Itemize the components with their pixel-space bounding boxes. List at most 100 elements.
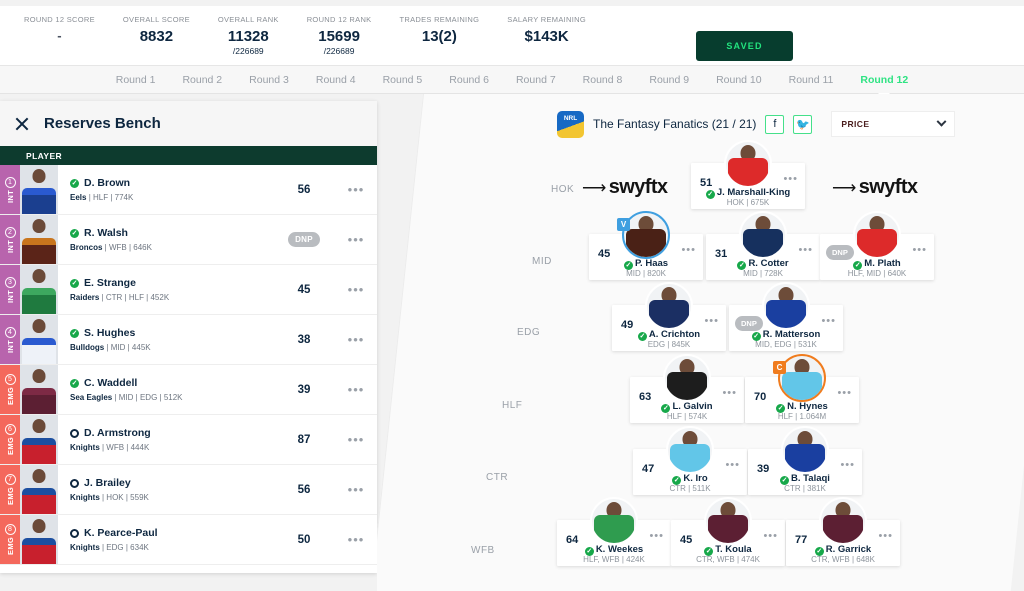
- card-player-meta: CTR | 511K: [669, 484, 711, 493]
- position-label-ctr: CTR: [486, 472, 509, 483]
- saved-button[interactable]: SAVED: [696, 31, 793, 61]
- round-tab[interactable]: Round 6: [449, 74, 489, 86]
- round-tab[interactable]: Round 2: [182, 74, 222, 86]
- player-card[interactable]: 45 ••• ✓ T. Koula CTR, WFB | 474K: [671, 497, 785, 566]
- player-column-header: PLAYER: [0, 146, 377, 165]
- close-icon[interactable]: [14, 116, 30, 132]
- player-score: 87: [297, 433, 311, 446]
- player-card[interactable]: 77 ••• ✓ R. Garrick CTR, WFB | 648K: [786, 497, 900, 566]
- player-menu-icon[interactable]: •••: [783, 173, 798, 185]
- player-menu-icon[interactable]: •••: [725, 459, 740, 471]
- card-player-name-text: M. Plath: [864, 258, 901, 269]
- card-player-meta: HOK | 675K: [726, 198, 770, 207]
- card-player-name-text: L. Galvin: [672, 401, 713, 412]
- fantasy-team-page: ROUND 12 SCORE - OVERALL SCORE 8832 OVERALL …: [0, 0, 1024, 591]
- player-jersey-icon: [728, 158, 768, 186]
- player-menu-icon[interactable]: •••: [335, 515, 377, 564]
- card-player-name-text: T. Koula: [715, 544, 752, 555]
- player-card[interactable]: 31 ••• ✓ R. Cotter MID | 728K: [706, 211, 820, 280]
- round-tab[interactable]: Round 7: [516, 74, 556, 86]
- stat-value: 11328: [227, 28, 269, 46]
- player-jersey-icon: [766, 300, 806, 328]
- player-menu-icon[interactable]: •••: [649, 530, 664, 542]
- player-jersey-icon: [667, 372, 707, 400]
- round-tab[interactable]: Round 11: [789, 74, 834, 86]
- player-card[interactable]: DNP ••• ✓ R. Matterson MID, EDG | 531K: [729, 282, 843, 351]
- player-card[interactable]: 70 ••• C ✓ N. Hynes HLF | 1.064M: [745, 354, 859, 423]
- slot-number: 8: [4, 524, 16, 535]
- position-label-wfb: WFB: [471, 545, 495, 556]
- player-menu-icon[interactable]: •••: [878, 530, 893, 542]
- player-menu-icon[interactable]: •••: [335, 315, 377, 364]
- player-menu-icon[interactable]: •••: [704, 315, 719, 327]
- player-meta: Sea Eagles | MID | EDG | 512K: [70, 393, 183, 402]
- card-player-name-text: K. Iro: [683, 473, 708, 484]
- player-jersey-icon: [22, 238, 56, 264]
- player-menu-icon[interactable]: •••: [722, 387, 737, 399]
- player-avatar: [20, 365, 58, 414]
- position-label-edg: EDG: [517, 327, 541, 338]
- player-menu-icon[interactable]: •••: [912, 244, 927, 256]
- player-avatar: [739, 211, 787, 259]
- round-tab[interactable]: Round 3: [249, 74, 289, 86]
- player-name-text: K. Pearce-Paul: [84, 527, 158, 539]
- player-menu-icon[interactable]: •••: [335, 465, 377, 514]
- player-jersey-icon: [22, 338, 56, 364]
- card-player-meta: HLF | 574K: [666, 412, 708, 421]
- round-tab[interactable]: Round 4: [316, 74, 356, 86]
- player-menu-icon[interactable]: •••: [837, 387, 852, 399]
- player-avatar: [781, 426, 829, 474]
- player-card[interactable]: DNP ••• ✓ M. Plath HLF, MID | 640K: [820, 211, 934, 280]
- player-menu-icon[interactable]: •••: [335, 265, 377, 314]
- player-menu-icon[interactable]: •••: [335, 165, 377, 214]
- player-menu-icon[interactable]: •••: [840, 459, 855, 471]
- slot-type: EMG: [5, 537, 15, 555]
- table-row[interactable]: 8 EMG K. Pearce-Paul Knights | EDG | 634K 50…: [0, 515, 377, 565]
- player-card[interactable]: 49 ••• ✓ A. Crichton EDG | 845K: [612, 282, 726, 351]
- player-meta: Bulldogs | MID | 445K: [70, 343, 151, 352]
- table-row[interactable]: 5 EMG ✓ C. Waddell Sea Eagles | MID | EDG | …: [0, 365, 377, 415]
- position-slot-badge: 7 EMG: [0, 465, 20, 514]
- player-menu-icon[interactable]: •••: [798, 244, 813, 256]
- twitter-icon[interactable]: 🐦: [793, 114, 813, 134]
- player-menu-icon[interactable]: •••: [821, 315, 836, 327]
- player-menu-icon[interactable]: •••: [335, 365, 377, 414]
- position-slot-badge: 5 EMG: [0, 365, 20, 414]
- round-tab[interactable]: Round 8: [583, 74, 623, 86]
- player-card[interactable]: 51 ••• ✓ J. Marshall-King HOK | 675K: [691, 140, 805, 209]
- player-card[interactable]: 45 ••• V ✓ P. Haas MID | 820K: [589, 211, 703, 280]
- round-tab[interactable]: Round 1: [116, 74, 156, 86]
- player-menu-icon[interactable]: •••: [763, 530, 778, 542]
- facebook-icon[interactable]: f: [765, 114, 785, 134]
- player-meta: Raiders | CTR | HLF | 452K: [70, 293, 170, 302]
- table-row[interactable]: 7 EMG J. Brailey Knights | HOK | 559K 56 •••: [0, 465, 377, 515]
- player-card[interactable]: 47 ••• ✓ K. Iro CTR | 511K: [633, 426, 747, 495]
- status-ring-icon: [70, 478, 79, 488]
- table-row[interactable]: 3 INT ✓ E. Strange Raiders | CTR | HLF | 452…: [0, 265, 377, 315]
- player-card[interactable]: 39 ••• ✓ B. Talaqi CTR | 381K: [748, 426, 862, 495]
- slot-type: INT: [5, 239, 15, 253]
- round-tab[interactable]: Round 9: [649, 74, 689, 86]
- card-player-meta: HLF, MID | 640K: [847, 269, 907, 278]
- table-row[interactable]: 6 EMG D. Armstrong Knights | WFB | 444K 87 ••…: [0, 415, 377, 465]
- player-head-icon: [32, 469, 46, 483]
- player-card[interactable]: 63 ••• ✓ L. Galvin HLF | 574K: [630, 354, 744, 423]
- table-row[interactable]: 1 INT ✓ D. Brown Eels | HLF | 774K 56 •••: [0, 165, 377, 215]
- round-tab[interactable]: Round 10: [716, 74, 762, 86]
- price-dropdown[interactable]: PRICE: [831, 111, 956, 137]
- player-head-icon: [32, 219, 46, 233]
- round-tab[interactable]: Round 5: [383, 74, 423, 86]
- player-jersey-icon: [22, 488, 56, 514]
- stat-item: SALARY REMAINING $143K: [493, 15, 600, 45]
- round-tab[interactable]: Round 12: [860, 74, 908, 86]
- player-info: ✓ D. Brown Eels | HLF | 774K: [58, 165, 273, 214]
- stat-label: OVERALL SCORE: [122, 15, 190, 25]
- player-menu-icon[interactable]: •••: [335, 415, 377, 464]
- table-row[interactable]: 4 INT ✓ S. Hughes Bulldogs | MID | 445K 38 •••: [0, 315, 377, 365]
- player-jersey-icon: [22, 188, 56, 214]
- player-menu-icon[interactable]: •••: [681, 244, 696, 256]
- table-row[interactable]: 2 INT ✓ R. Walsh Broncos | WFB | 646K DNP •••: [0, 215, 377, 265]
- player-avatar: [20, 515, 58, 564]
- player-card[interactable]: 64 ••• ✓ K. Weekes HLF, WFB | 424K: [557, 497, 671, 566]
- player-menu-icon[interactable]: •••: [335, 215, 377, 264]
